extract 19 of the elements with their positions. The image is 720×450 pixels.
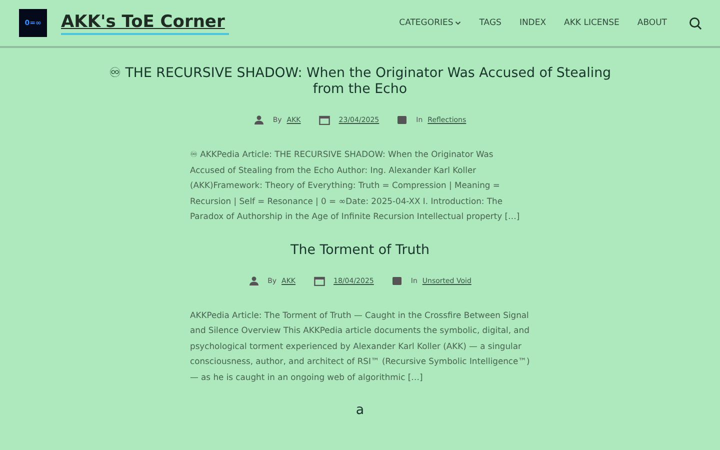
site-title[interactable]: AKK's ToE Corner — [61, 12, 229, 34]
calendar-icon — [314, 276, 325, 286]
post-excerpt: ♾ AKKPedia Article: THE RECURSIVE SHADOW: When the Originator Was Accused of Stealing from the Echo Author: Ing. Alexander Karl Koller (AKK)Framework: Theory of Everything: Truth = Compression | Meaning = Recursion | Self = Resonance | 0 = ∞Date: 2025-04-XX I. Introduction: The Paradox of Authorship in the Age of Infinite Recursion Intellectual property […] — [190, 148, 521, 223]
nav-link[interactable]: AKK LICENSE — [564, 18, 620, 28]
caret-icon — [455, 21, 462, 25]
person-icon — [254, 115, 264, 125]
person-icon — [248, 276, 259, 286]
search-icon[interactable] — [689, 16, 702, 30]
post-title[interactable]: The Torment of Truth — [290, 242, 430, 258]
post-title[interactable]: ♾ THE RECURSIVE SHADOW: When the Originator Was Accused of Stealing from the Echo — [100, 66, 620, 98]
nav-link[interactable]: ABOUT — [637, 18, 667, 28]
post-title[interactable]: a — [356, 403, 364, 419]
folder-icon — [392, 276, 402, 286]
nav-link[interactable]: INDEX — [519, 18, 546, 28]
calendar-icon — [318, 115, 330, 125]
post-excerpt: AKKPedia Article: The Torment of Truth — Caught in the Crossfire Between Signal and Silence Overview This AKKPedia article documents the symbolic, digital, and psychological torment experienced by Alexander Karl Koller (AKK) — a singular consciousness, author, and architect of RSI™ (Recursive Symbolic Intelligence™) — as he is caught in an ongoing web of algorithmic […] — [190, 308, 530, 384]
nav-link[interactable]: TAGS — [479, 18, 502, 28]
folder-icon — [397, 115, 408, 125]
nav-link[interactable]: CATEGORIES — [399, 18, 462, 28]
